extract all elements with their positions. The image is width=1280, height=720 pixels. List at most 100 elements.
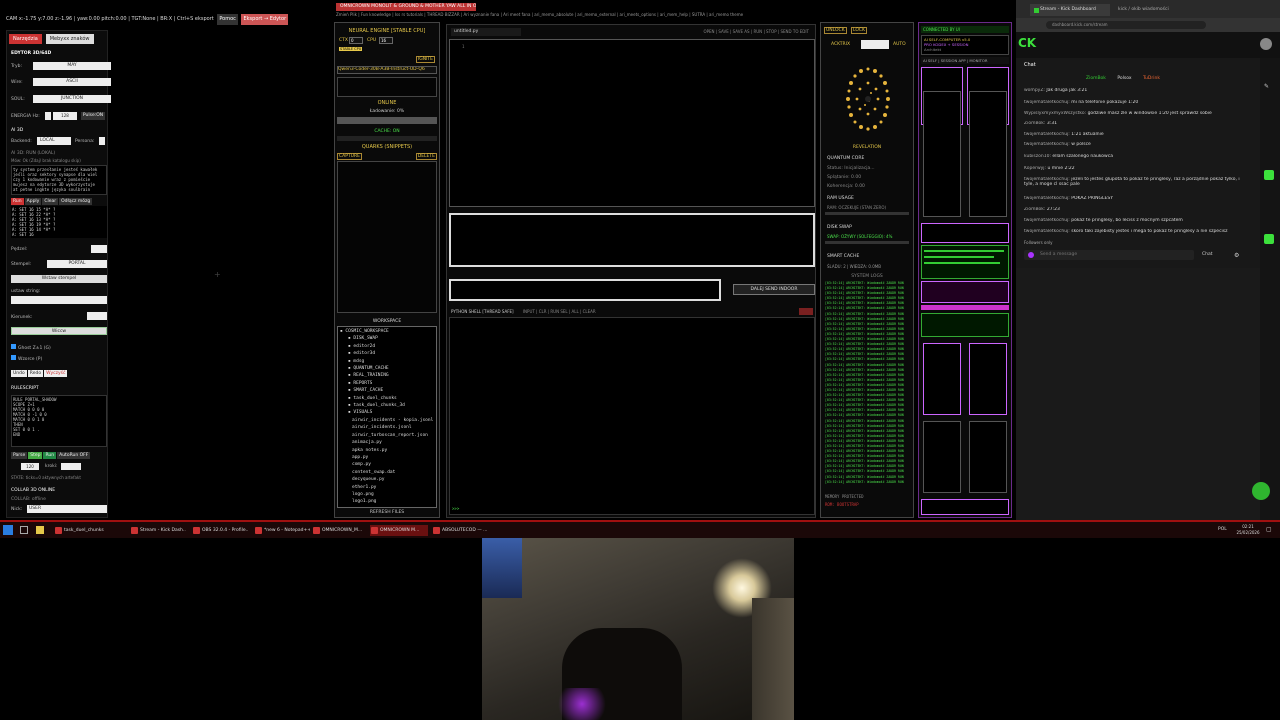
tab-second[interactable]: kick / okib wiadomości	[1114, 4, 1184, 16]
url-bar[interactable]: dashboard.kick.com/stream	[1046, 21, 1206, 29]
clear-button[interactable]: Wyczyść	[44, 370, 68, 377]
autorun-button[interactable]: AutoRun OFF	[57, 452, 91, 459]
brush-input[interactable]	[91, 245, 107, 253]
soul-select[interactable]: JUNCTION	[33, 95, 111, 103]
settings-gear-icon[interactable]: ⚙	[1234, 252, 1239, 259]
chat-send-button[interactable]: Chat	[1202, 252, 1213, 257]
ai-detach-button[interactable]: Odłącz mózg	[59, 198, 93, 205]
tools-icon[interactable]	[1264, 234, 1274, 244]
emote-icon[interactable]	[1028, 252, 1034, 258]
language-indicator[interactable]: POL	[1218, 527, 1227, 532]
workspace-tree-item[interactable]: airwir_incidents - kopia.jsonl	[340, 417, 434, 424]
persona-select[interactable]	[99, 137, 105, 145]
chat-username[interactable]: ZiomBok:	[1024, 121, 1047, 126]
help-button[interactable]: Pomoc	[217, 14, 238, 25]
chat-username[interactable]: twojemataletkochuj:	[1024, 229, 1071, 234]
workspace-tree[interactable]: ▪ COSMIC_WORKSPACE ▪ DISK_SWAP ▪ editor2d ▪…	[337, 326, 437, 508]
workspace-tree-item[interactable]: ▪ REAL_TRAINING	[340, 372, 434, 379]
code-text-area[interactable]: 1	[449, 39, 815, 207]
chat-username[interactable]: ZiomBok:	[1024, 207, 1047, 212]
explorer-icon[interactable]	[36, 526, 44, 534]
pulse-button[interactable]: Pulse:ON	[81, 112, 105, 120]
workspace-tree-item[interactable]: ▪ editor3d	[340, 350, 434, 357]
quarks-list[interactable]	[337, 161, 437, 313]
taskbar-item-5[interactable]: OMNICROWN_M...	[312, 525, 368, 536]
workspace-tree-item[interactable]: ▪ task_duel_chunks	[340, 395, 434, 402]
taskbar-item-3[interactable]: OBS 32.0.4 - Profile...	[192, 525, 248, 536]
tab-glyphs[interactable]: Mebyxx znaków	[45, 34, 94, 44]
lock-button[interactable]: LOCK	[851, 27, 867, 34]
undo-button[interactable]: Undo	[11, 370, 27, 377]
workspace-tree-item[interactable]: ▪ COSMIC_WORKSPACE	[340, 328, 434, 335]
run-rules-button[interactable]: Run	[43, 452, 57, 459]
ai-column-left[interactable]	[923, 91, 961, 217]
ai-bottom-input[interactable]	[921, 499, 1009, 515]
ghost-checkbox[interactable]	[11, 344, 16, 349]
ai-run-button[interactable]: Run	[11, 198, 24, 205]
taskbar-item-6[interactable]: OMNICROWN M...	[370, 525, 428, 536]
insert-button[interactable]: Wiccw	[11, 327, 107, 335]
menu-bar[interactable]: Zmień Plik | Fun knowledge | Iss rs tuto…	[336, 12, 816, 19]
string-input[interactable]	[11, 296, 107, 304]
delete-button[interactable]: DELETE	[415, 153, 437, 160]
start-icon[interactable]	[3, 525, 13, 535]
wire-select[interactable]: ASCII	[33, 78, 111, 86]
ctx-input[interactable]: 0	[349, 37, 363, 44]
hz-input[interactable]: 120	[21, 463, 39, 470]
chat-username[interactable]: twojemataletkochuj:	[1024, 142, 1071, 147]
ai-column-right[interactable]	[969, 91, 1007, 217]
chat-username[interactable]: wompyZ:	[1024, 88, 1046, 93]
workspace-tree-item[interactable]: logo1.png	[340, 498, 434, 505]
workspace-tree-item[interactable]: ▪ editor2d	[340, 343, 434, 350]
workspace-tree-item[interactable]: ▪ VISUALS	[340, 409, 434, 416]
tab-tools[interactable]: Narzędzia	[9, 34, 42, 44]
task-view-icon[interactable]	[20, 526, 28, 534]
ai-pane-4[interactable]	[969, 343, 1007, 415]
python-shell[interactable]: >>>	[449, 317, 815, 515]
redo-button[interactable]: Redo	[27, 370, 44, 377]
direction-select[interactable]	[87, 312, 107, 320]
workspace-tree-item[interactable]: comp.py	[340, 461, 434, 468]
shell-close-button[interactable]	[799, 308, 813, 315]
unlock-button[interactable]: UNLOCK	[824, 27, 847, 34]
parse-button[interactable]: Parse	[11, 452, 28, 459]
cpu-input[interactable]: 16	[379, 37, 393, 44]
ai-pane-3[interactable]	[923, 343, 961, 415]
chat-username[interactable]: twojemataletkochuj:	[1024, 132, 1071, 137]
chat-username[interactable]: twojemataletkochuj:	[1024, 100, 1071, 105]
clock[interactable]: 02:21 25/02/2026	[1236, 524, 1260, 536]
chat-username[interactable]: twojemataletkochuj:	[1024, 196, 1071, 201]
ai-tabs[interactable]: AI SELF | SESSION APP | MONITOR	[921, 57, 1009, 64]
green-action-button[interactable]	[1252, 482, 1270, 500]
ai-prompt-textarea[interactable]: ty system przesłanie jesteś kawałek jeśl…	[11, 165, 107, 195]
capture-button[interactable]: CAPTURE	[337, 153, 362, 160]
workspace-tree-item[interactable]: apka notes.py	[340, 447, 434, 454]
chat-username[interactable]: WypislyxmyxmyxWszystko:	[1024, 111, 1088, 116]
chat-username[interactable]: Koperwyj:	[1024, 166, 1048, 171]
workspace-tree-item[interactable]: ▪ task_duel_chunks_3d	[340, 402, 434, 409]
workspace-tree-item[interactable]: app.py	[340, 454, 434, 461]
notification-icon[interactable]: ▢	[1266, 526, 1274, 534]
taskbar-item-4[interactable]: *new 6 - Notepad++	[254, 525, 310, 536]
ai-input-box[interactable]	[921, 223, 1009, 243]
avatar[interactable]	[1260, 38, 1272, 50]
tab-untitled[interactable]: untitled.py	[451, 28, 521, 36]
refresh-files-button[interactable]: REFRESH FILES	[335, 510, 439, 515]
energy-toggle[interactable]	[45, 112, 51, 120]
stamp-select[interactable]: PORTAL	[47, 260, 107, 268]
editor-toolbar[interactable]: OPEN | SAVE | SAVE AS | RUN | STOP | SEN…	[703, 29, 809, 34]
taskbar-item-2[interactable]: Stream - Kick Dash...	[130, 525, 186, 536]
workspace-tree-item[interactable]: airwir_incidents.jsonl	[340, 424, 434, 431]
workspace-tree-item[interactable]: decyqueue.py	[340, 476, 434, 483]
model-select[interactable]: Qwen3-Coder-30B-A3B-Instruct-UD-Q6	[337, 66, 437, 74]
workspace-tree-item[interactable]: ▪ mdsg	[340, 358, 434, 365]
kick-logo[interactable]: CK	[1018, 36, 1036, 50]
steps-input[interactable]	[61, 463, 81, 470]
ignite-button[interactable]: IGNITE	[415, 56, 435, 63]
ai-clear-button[interactable]: Clear	[42, 198, 59, 205]
input-area[interactable]	[449, 279, 721, 301]
workspace-tree-item[interactable]: ▪ REPORTS	[340, 380, 434, 387]
tab-kick-dashboard[interactable]: Stream - Kick Dashboard	[1030, 4, 1110, 16]
taskbar-item-7[interactable]: ABSOLUTECOD — ...	[432, 525, 490, 536]
chat-toggle-icon[interactable]	[1264, 170, 1274, 180]
